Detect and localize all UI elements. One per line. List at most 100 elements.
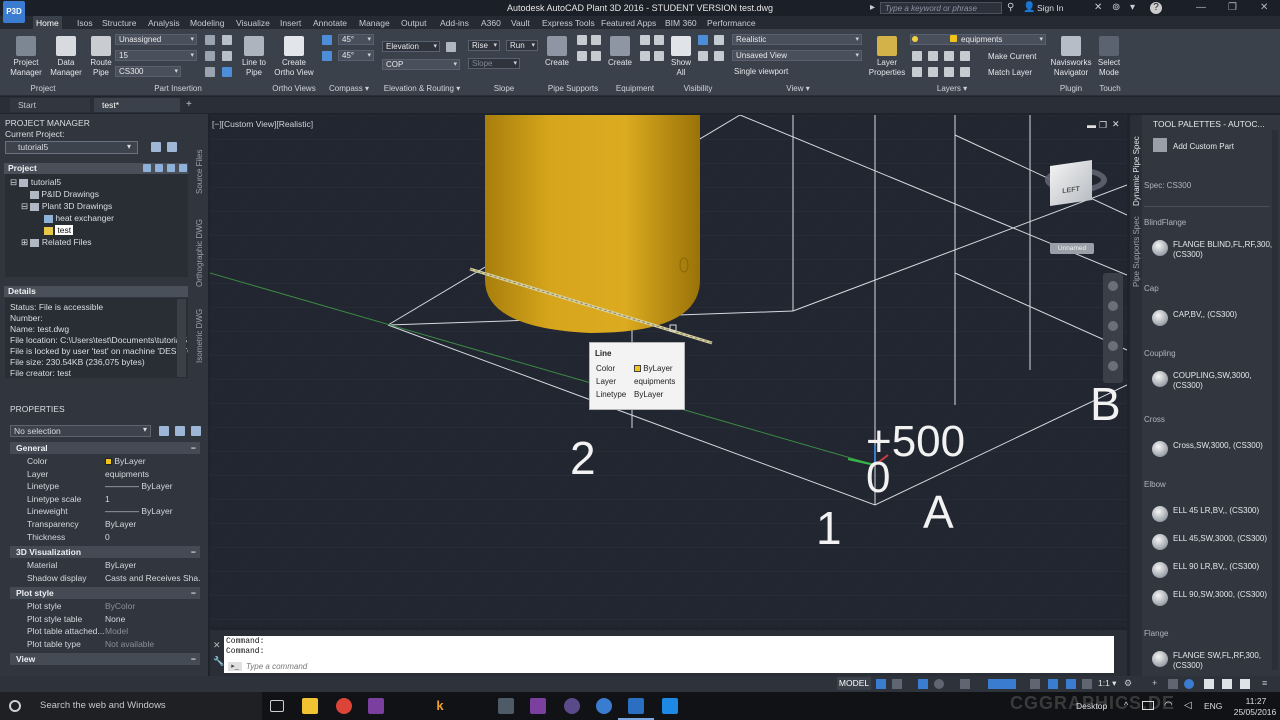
tab-annotate[interactable]: Annotate bbox=[310, 16, 350, 30]
data-manager-button[interactable]: Data Manager bbox=[48, 36, 84, 78]
panel-title-compass[interactable]: Compass ▾ bbox=[323, 83, 375, 95]
annotation-scale-select[interactable]: 1:1 ▾ bbox=[1098, 678, 1116, 689]
units-icon[interactable] bbox=[1168, 679, 1178, 689]
support-tool-icon-1[interactable] bbox=[577, 35, 587, 45]
tree-node-heat-exchanger[interactable]: heat exchanger bbox=[44, 213, 114, 224]
visibility-tool-icon-1[interactable] bbox=[698, 35, 708, 45]
doc-tab-start[interactable]: Start bbox=[10, 98, 90, 112]
tab-isos[interactable]: Isos bbox=[74, 16, 96, 30]
file-explorer-icon[interactable] bbox=[302, 698, 318, 714]
tab-insert[interactable]: Insert bbox=[277, 16, 304, 30]
customization-menu-icon[interactable]: ≡ bbox=[1262, 678, 1267, 688]
tab-analysis[interactable]: Analysis bbox=[145, 16, 183, 30]
run-input[interactable]: Run bbox=[506, 40, 538, 51]
tab-home[interactable]: Home bbox=[33, 16, 62, 30]
hardware-acceleration-icon[interactable] bbox=[1204, 679, 1214, 689]
visibility-tool-icon-2[interactable] bbox=[698, 51, 708, 61]
insertion-tool-icon-4[interactable] bbox=[222, 35, 232, 45]
layer-tool-icon-4[interactable] bbox=[960, 51, 970, 61]
side-tab-ortho-dwg[interactable]: Orthographic DWG bbox=[195, 215, 207, 287]
current-project-select[interactable]: tutorial5 bbox=[5, 141, 138, 154]
volume-icon[interactable]: ◁ bbox=[1184, 700, 1192, 711]
isolate-objects-icon[interactable] bbox=[1184, 679, 1194, 689]
equipment-tool-icon-2[interactable] bbox=[640, 51, 650, 61]
app-k-icon[interactable]: k bbox=[432, 698, 448, 714]
pipe-support-create-button[interactable]: Create bbox=[543, 36, 571, 68]
project-view-icon-1[interactable] bbox=[143, 164, 151, 172]
panel-title-layers[interactable]: Layers ▾ bbox=[930, 83, 974, 95]
prop-row-plot-style[interactable]: Plot style ByColor bbox=[10, 600, 200, 613]
layer-tool-icon-6[interactable] bbox=[928, 67, 938, 77]
service-select[interactable]: Unassigned bbox=[115, 34, 197, 45]
insertion-tool-icon-6[interactable] bbox=[222, 67, 232, 77]
named-view-select[interactable]: Unsaved View bbox=[732, 50, 862, 61]
ortho-toggle-icon[interactable] bbox=[918, 679, 928, 689]
palette-item-cross[interactable]: Cross,SW,3000, (CS300) bbox=[1152, 441, 1272, 457]
close-icon[interactable]: ✕ bbox=[1260, 2, 1268, 13]
selection-select[interactable]: No selection bbox=[10, 425, 151, 437]
media-icon[interactable] bbox=[564, 698, 580, 714]
select-objects-icon[interactable] bbox=[175, 426, 185, 436]
show-all-button[interactable]: Show All bbox=[668, 36, 694, 78]
compass-toggle-icon[interactable] bbox=[322, 35, 332, 45]
customize-command-icon[interactable]: 🔧 bbox=[213, 656, 224, 667]
rise-input[interactable]: Rise bbox=[468, 40, 500, 51]
prop-row-transparency[interactable]: Transparency ByLayer bbox=[10, 518, 200, 531]
clock-time[interactable]: 11:27 bbox=[1236, 696, 1276, 706]
project-setup-icon[interactable] bbox=[151, 142, 161, 152]
help-dropdown-icon[interactable]: ▾ bbox=[1130, 2, 1135, 14]
select-mode-button[interactable]: Select Mode bbox=[1095, 36, 1123, 78]
viewcube[interactable]: LEFT bbox=[1050, 160, 1092, 206]
viewport-close-icon[interactable]: ✕ bbox=[1112, 119, 1120, 130]
command-input[interactable]: Type a command bbox=[224, 660, 1114, 673]
isodraft-icon[interactable] bbox=[960, 679, 970, 689]
prop-group-plot-style[interactable]: Plot style − bbox=[10, 587, 200, 599]
panel-title-elevation-routing[interactable]: Elevation & Routing ▾ bbox=[378, 83, 466, 95]
side-tab-iso-dwg[interactable]: Isometric DWG bbox=[195, 305, 207, 363]
spec-select[interactable]: CS300 bbox=[115, 66, 181, 77]
insertion-tool-icon-2[interactable] bbox=[205, 51, 215, 61]
visual-style-select[interactable]: Realistic bbox=[732, 34, 862, 45]
visibility-tool-icon-3[interactable] bbox=[714, 35, 724, 45]
line-to-pipe-button[interactable]: Line to Pipe bbox=[238, 36, 270, 78]
plant-status-icon[interactable] bbox=[1240, 679, 1250, 689]
support-tool-icon-4[interactable] bbox=[591, 51, 601, 61]
search-dropdown-icon[interactable]: ▸ bbox=[870, 2, 875, 14]
close-command-icon[interactable]: ✕ bbox=[213, 640, 221, 651]
side-tab-source-files[interactable]: Source Files bbox=[195, 150, 207, 194]
auto-scale-icon[interactable] bbox=[1066, 679, 1076, 689]
user-icon[interactable]: 👤 bbox=[1023, 2, 1035, 14]
app-menu-button[interactable]: P3D bbox=[3, 1, 25, 23]
tab-featured-apps[interactable]: Featured Apps bbox=[598, 16, 659, 30]
palette-item-ell45sw[interactable]: ELL 45,SW,3000, (CS300) bbox=[1152, 534, 1272, 550]
toggle-pickadd-icon[interactable] bbox=[159, 426, 169, 436]
layer-tool-icon-7[interactable] bbox=[944, 67, 954, 77]
layer-properties-button[interactable]: Layer Properties bbox=[868, 36, 906, 78]
project-view-icon-3[interactable] bbox=[167, 164, 175, 172]
equipment-create-button[interactable]: Create bbox=[606, 36, 634, 68]
a360-icon[interactable]: ⊚ bbox=[1112, 2, 1120, 14]
onenote-icon[interactable] bbox=[368, 698, 384, 714]
tab-performance[interactable]: Performance bbox=[704, 16, 759, 30]
tab-express-tools[interactable]: Express Tools bbox=[539, 16, 598, 30]
tab-bim360[interactable]: BIM 360 bbox=[662, 16, 700, 30]
compass-angle-select-2[interactable]: 45° bbox=[338, 50, 374, 61]
tree-node-related-files[interactable]: ⊞ Related Files bbox=[21, 237, 91, 248]
wifi-icon[interactable]: ◠ bbox=[1164, 700, 1173, 711]
prop-row-shadow-display[interactable]: Shadow display Casts and Receives Sha... bbox=[10, 572, 200, 585]
taskbar-search[interactable]: Search the web and Windows bbox=[0, 692, 262, 720]
task-view-icon[interactable] bbox=[270, 700, 284, 712]
help-icon[interactable]: ? bbox=[1150, 2, 1162, 14]
maximize-icon[interactable]: ❐ bbox=[1228, 2, 1237, 13]
details-header[interactable]: Details bbox=[4, 286, 188, 297]
doc-tab-test[interactable]: test* bbox=[94, 98, 180, 112]
grid-toggle-icon[interactable] bbox=[876, 679, 886, 689]
project-options-icon[interactable] bbox=[167, 142, 177, 152]
tab-structure[interactable]: Structure bbox=[99, 16, 140, 30]
prop-row-thickness[interactable]: Thickness 0 bbox=[10, 531, 200, 544]
prop-row-linetype-scale[interactable]: Linetype scale 1 bbox=[10, 493, 200, 506]
tab-a360[interactable]: A360 bbox=[478, 16, 504, 30]
annotation-visibility-icon[interactable] bbox=[1048, 679, 1058, 689]
elevation-input[interactable]: Elevation bbox=[382, 41, 440, 52]
add-custom-part-button[interactable]: Add Custom Part bbox=[1173, 142, 1234, 151]
